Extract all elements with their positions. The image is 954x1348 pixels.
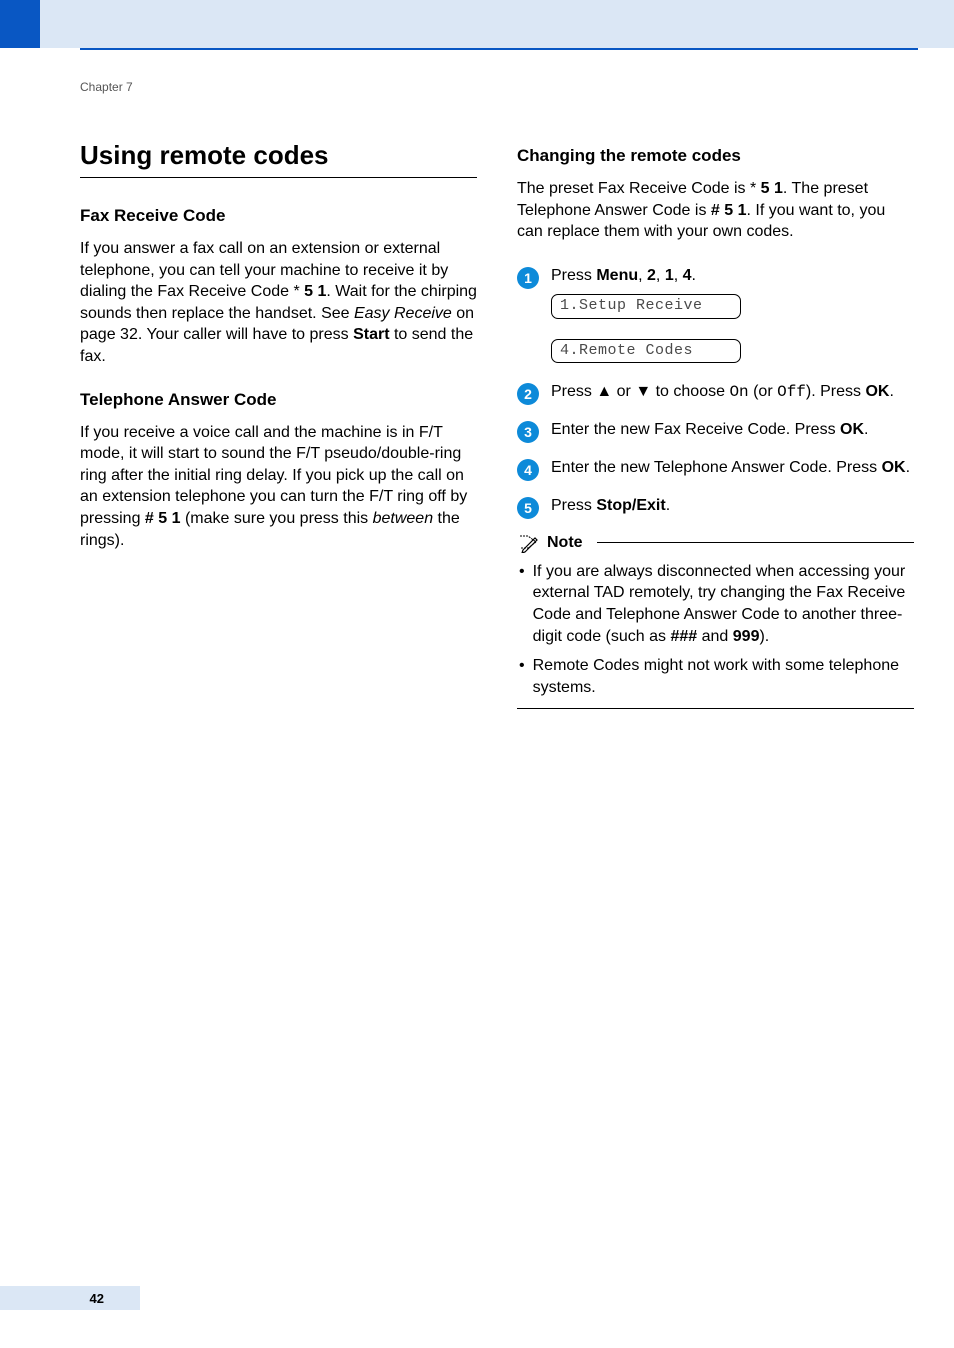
step-5-body: Press Stop/Exit.: [551, 495, 670, 517]
note-body: • If you are always disconnected when ac…: [517, 561, 914, 699]
text: Press: [551, 497, 596, 514]
lcd-display-1: 1.Setup Receive: [551, 294, 741, 318]
step-1: 1 Press Menu, 2, 1, 4. 1.Setup Receive 4…: [517, 265, 914, 367]
step-number-5: 5: [517, 497, 539, 519]
text: to choose: [651, 383, 729, 400]
text: or: [612, 383, 635, 400]
heading-fax-receive-code: Fax Receive Code: [80, 206, 477, 226]
code: # 5 1: [711, 202, 747, 219]
content: Using remote codes Fax Receive Code If y…: [80, 140, 914, 709]
code: 5 1: [300, 283, 327, 300]
top-band: [0, 0, 954, 48]
text: Press: [551, 383, 596, 400]
text: and: [697, 628, 733, 645]
key: 2: [647, 267, 656, 284]
note-title-rule: [597, 542, 914, 543]
ok-key: OK: [882, 459, 906, 476]
easy-receive-ref: Easy Receive: [354, 305, 452, 322]
note-title: Note: [547, 534, 583, 552]
text: The preset Fax Receive Code is: [517, 180, 750, 197]
text: ). Press: [806, 383, 866, 400]
left-tab: [0, 0, 40, 48]
up-arrow-icon: ▲: [596, 383, 612, 400]
step-number-4: 4: [517, 459, 539, 481]
down-arrow-icon: ▼: [635, 383, 651, 400]
step-4: 4 Enter the new Telephone Answer Code. P…: [517, 457, 914, 481]
top-rule: [80, 48, 918, 50]
code: 5 1: [756, 180, 783, 197]
option-on: On: [729, 383, 748, 401]
text: (or: [749, 383, 777, 400]
step-1-body: Press Menu, 2, 1, 4. 1.Setup Receive 4.R…: [551, 265, 741, 367]
page-number: 42: [90, 1291, 104, 1306]
heading-using-remote-codes: Using remote codes: [80, 140, 477, 171]
step-3: 3 Enter the new Fax Receive Code. Press …: [517, 419, 914, 443]
text: .: [692, 267, 696, 284]
fax-paragraph: If you answer a fax call on an extension…: [80, 238, 477, 368]
heading-telephone-answer-code: Telephone Answer Code: [80, 390, 477, 410]
step-5: 5 Press Stop/Exit.: [517, 495, 914, 519]
step-4-body: Enter the new Telephone Answer Code. Pre…: [551, 457, 910, 479]
step-2-body: Press ▲ or ▼ to choose On (or Off). Pres…: [551, 381, 894, 404]
page: Chapter 7 Using remote codes Fax Receive…: [0, 0, 954, 1348]
right-column: Changing the remote codes The preset Fax…: [517, 140, 914, 709]
text: .: [666, 497, 670, 514]
note-end-rule: [517, 708, 914, 709]
step-number-2: 2: [517, 383, 539, 405]
key: 1: [665, 267, 674, 284]
text: Press: [551, 267, 596, 284]
text: ).: [759, 628, 769, 645]
bullet-dot: •: [519, 655, 525, 698]
note-header: Note: [517, 533, 914, 553]
stop-exit-key: Stop/Exit: [596, 497, 665, 514]
option-off: Off: [777, 383, 806, 401]
text: (make sure you press this: [181, 510, 373, 527]
ok-key: OK: [840, 421, 864, 438]
note-bullet-1: • If you are always disconnected when ac…: [519, 561, 914, 647]
heading-rule: [80, 177, 477, 178]
step-3-body: Enter the new Fax Receive Code. Press OK…: [551, 419, 868, 441]
example-code: 999: [733, 628, 760, 645]
left-column: Using remote codes Fax Receive Code If y…: [80, 140, 477, 709]
menu-key: Menu: [596, 267, 638, 284]
change-intro: The preset Fax Receive Code is * 5 1. Th…: [517, 178, 914, 243]
text: ,: [674, 267, 683, 284]
lcd-display-2: 4.Remote Codes: [551, 339, 741, 363]
note-bullet-2: • Remote Codes might not work with some …: [519, 655, 914, 698]
text: Enter the new Fax Receive Code. Press: [551, 421, 840, 438]
text: ,: [656, 267, 665, 284]
chapter-label: Chapter 7: [80, 80, 133, 94]
text: Remote Codes might not work with some te…: [533, 655, 914, 698]
note-pencil-icon: [517, 533, 539, 553]
text: .: [906, 459, 910, 476]
ok-key: OK: [865, 383, 889, 400]
text: ,: [638, 267, 647, 284]
text: Enter the new Telephone Answer Code. Pre…: [551, 459, 882, 476]
step-2: 2 Press ▲ or ▼ to choose On (or Off). Pr…: [517, 381, 914, 405]
page-number-bar: 42: [0, 1286, 140, 1310]
note-block: Note • If you are always disconnected wh…: [517, 533, 914, 710]
key: 4: [683, 267, 692, 284]
text: .: [864, 421, 868, 438]
text: .: [889, 383, 893, 400]
step-number-1: 1: [517, 267, 539, 289]
heading-changing-remote-codes: Changing the remote codes: [517, 146, 914, 166]
start-key: Start: [353, 326, 389, 343]
bullet-dot: •: [519, 561, 525, 647]
example-code: ###: [670, 628, 697, 645]
tac-paragraph: If you receive a voice call and the mach…: [80, 422, 477, 552]
code: # 5 1: [145, 510, 181, 527]
between-italic: between: [373, 510, 434, 527]
step-number-3: 3: [517, 421, 539, 443]
